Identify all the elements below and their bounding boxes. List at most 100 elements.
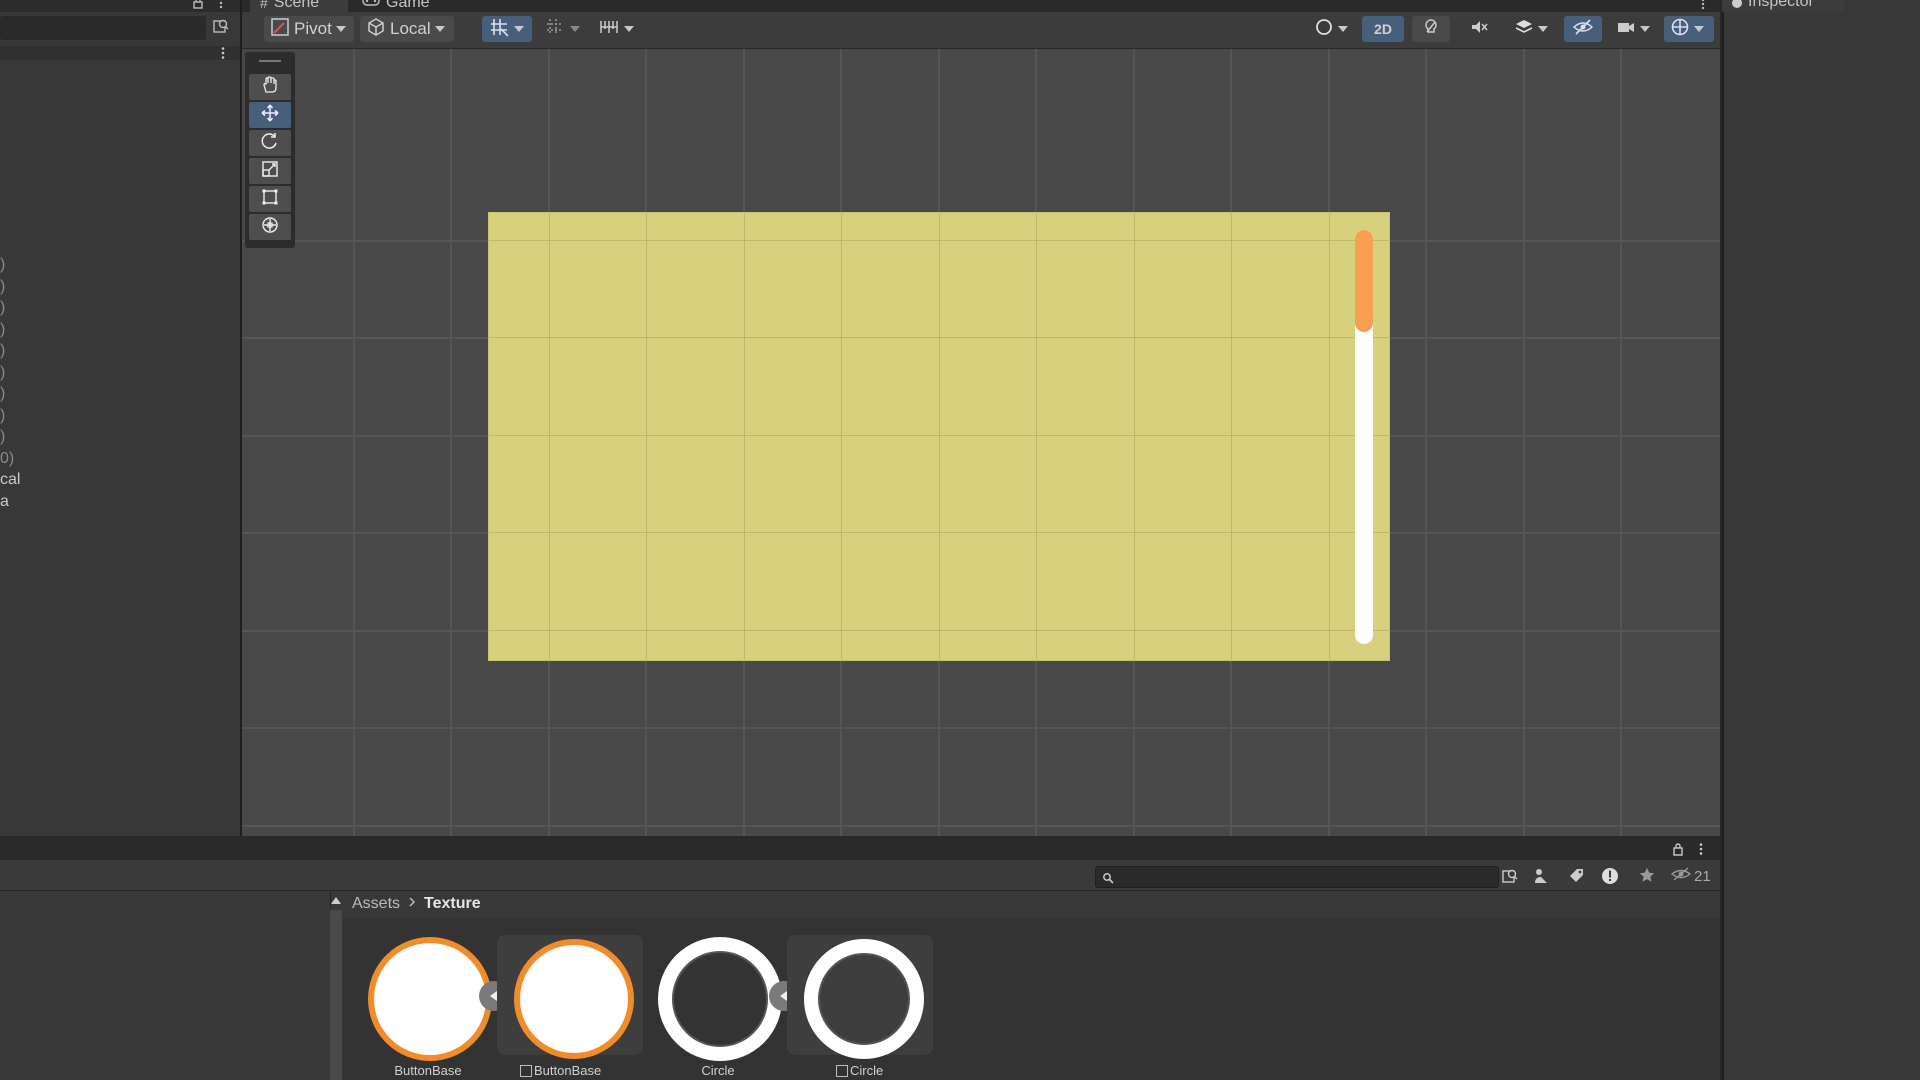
asset-label: ButtonBase <box>534 1063 602 1078</box>
orange-ring-thumbnail <box>368 937 492 1061</box>
move-tool-button[interactable] <box>249 102 291 128</box>
scroll-up-arrow-icon[interactable] <box>331 897 341 904</box>
lock-icon[interactable] <box>192 0 204 14</box>
tab-scene-label: Scene <box>273 0 320 11</box>
warning-icon[interactable] <box>1600 866 1620 891</box>
lock-icon[interactable] <box>1672 842 1684 861</box>
chevron-down-icon <box>434 26 445 32</box>
speaker-muted-icon <box>1469 17 1489 42</box>
local-dropdown[interactable]: Local <box>360 16 454 42</box>
rect-transform-icon <box>260 187 280 212</box>
hierarchy-item-fragment[interactable]: ) <box>0 256 5 274</box>
move-arrows-icon <box>260 103 280 128</box>
grid-line <box>1620 49 1622 836</box>
lighting-toggle[interactable] <box>1412 16 1450 42</box>
project-search-input[interactable] <box>1095 866 1499 888</box>
gizmos-dropdown[interactable] <box>1664 16 1714 42</box>
chevron-down-icon <box>624 26 634 32</box>
hierarchy-header <box>0 0 240 12</box>
chevron-down-icon <box>514 26 524 32</box>
pivot-icon <box>270 17 290 42</box>
info-icon <box>1732 0 1742 8</box>
search-by-type-icon[interactable] <box>1500 866 1520 891</box>
tab-inspector[interactable]: Inspector <box>1722 0 1844 12</box>
hierarchy-item-fragment[interactable]: ) <box>0 278 5 296</box>
tab-game[interactable]: Game <box>352 0 452 12</box>
tool-palette <box>245 52 295 248</box>
hand-tool-button[interactable] <box>249 74 291 100</box>
favorite-star-icon[interactable] <box>1638 866 1656 889</box>
search-icon <box>1102 871 1114 889</box>
ruler-icon <box>598 16 620 43</box>
chevron-down-icon <box>335 26 346 32</box>
hierarchy-item-fragment[interactable]: ) <box>0 321 5 339</box>
hierarchy-item-fragment[interactable]: ) <box>0 407 5 425</box>
chevron-down-icon <box>1640 26 1650 32</box>
hierarchy-item-fragment[interactable]: ) <box>0 299 5 317</box>
sphere-icon <box>1314 17 1334 42</box>
kebab-menu-icon[interactable] <box>218 0 224 14</box>
eye-hidden-icon <box>1572 17 1594 42</box>
asset-tile[interactable] <box>366 935 496 1061</box>
project-folder-tree[interactable] <box>0 891 331 1080</box>
effects-dropdown[interactable] <box>1508 16 1558 42</box>
scene-toolbar <box>242 12 1720 49</box>
kebab-menu-icon[interactable] <box>1698 842 1704 861</box>
tag-icon[interactable] <box>1566 866 1586 891</box>
camera-dropdown[interactable] <box>1610 16 1660 42</box>
tab-inspector-label: Inspector <box>1748 0 1814 10</box>
orange-ring-thumbnail <box>514 939 634 1059</box>
kebab-menu-icon[interactable] <box>220 46 226 65</box>
asset-label-sprite: Circle <box>836 1063 883 1078</box>
hierarchy-scene-row[interactable] <box>0 46 240 60</box>
tab-scene[interactable]: # Scene <box>250 0 348 12</box>
folder-tree-scrollbar[interactable] <box>330 910 342 1080</box>
hierarchy-item-fragment[interactable]: 0) <box>0 450 14 468</box>
pivot-label: Pivot <box>294 19 332 38</box>
grid-line <box>1425 49 1427 836</box>
visible-count-toggle[interactable]: 21 <box>1670 866 1711 887</box>
grid-line <box>242 825 1720 827</box>
hierarchy-item-fragment[interactable]: ) <box>0 364 5 382</box>
hand-icon <box>260 75 280 100</box>
transform-tool-button[interactable] <box>249 214 291 240</box>
chevron-down-icon <box>1694 26 1704 32</box>
increment-snap-toggle[interactable] <box>592 16 642 42</box>
camera-icon <box>1616 17 1636 42</box>
inspector-panel <box>1722 0 1920 1080</box>
2d-mode-toggle[interactable]: 2D <box>1362 16 1404 42</box>
hierarchy-search-input[interactable] <box>0 16 206 40</box>
breadcrumb-item-assets[interactable]: Assets <box>352 895 400 913</box>
transform-icon <box>260 215 280 240</box>
search-by-label-icon[interactable] <box>1532 866 1552 891</box>
hierarchy-item-fragment[interactable]: a <box>0 493 9 511</box>
hierarchy-item-fragment[interactable]: cal <box>0 471 20 489</box>
tab-game-label: Game <box>386 0 430 11</box>
pivot-dropdown[interactable]: Pivot <box>264 16 354 42</box>
sprite-icon <box>836 1064 848 1077</box>
scrollbar-handle[interactable] <box>1355 230 1373 332</box>
eye-icon <box>1670 866 1692 887</box>
asset-label: Circle <box>701 1063 735 1078</box>
grid-line <box>1523 49 1525 836</box>
scene-visibility-toggle[interactable] <box>1564 16 1602 42</box>
shading-mode-dropdown[interactable] <box>1308 16 1356 42</box>
grid-visibility-toggle[interactable] <box>538 16 588 42</box>
asset-tile[interactable] <box>656 935 786 1061</box>
scroll-view-panel[interactable] <box>489 213 1389 660</box>
rotate-tool-button[interactable] <box>249 130 291 156</box>
chevron-down-icon <box>1338 26 1348 32</box>
hash-icon: # <box>260 0 268 11</box>
audio-toggle[interactable] <box>1460 16 1498 42</box>
chevron-right-icon <box>408 895 416 913</box>
search-by-type-icon[interactable] <box>212 17 230 40</box>
hierarchy-item-fragment[interactable]: ) <box>0 385 5 403</box>
hierarchy-item-fragment[interactable]: ) <box>0 428 5 446</box>
drag-handle[interactable] <box>259 60 281 62</box>
rect-tool-button[interactable] <box>249 186 291 212</box>
hierarchy-item-fragment[interactable]: ) <box>0 342 5 360</box>
breadcrumb-item-texture[interactable]: Texture <box>424 895 481 913</box>
chevron-down-icon <box>570 26 580 32</box>
scale-tool-button[interactable] <box>249 158 291 184</box>
grid-snap-toggle[interactable] <box>482 16 532 42</box>
